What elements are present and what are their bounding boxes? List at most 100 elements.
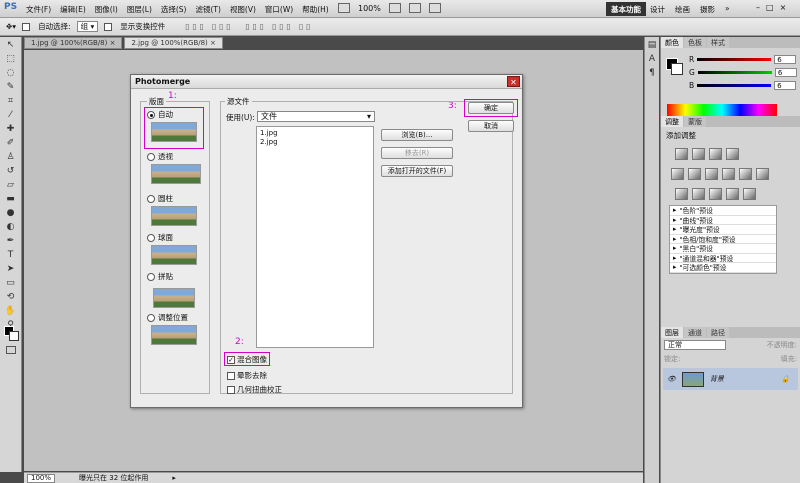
dialog-close-icon[interactable]: ✕ — [507, 76, 520, 87]
tab-paths[interactable]: 路径 — [707, 327, 729, 338]
maximize-icon[interactable]: □ — [766, 3, 774, 12]
g-value[interactable]: 6 — [774, 68, 797, 77]
layout-spherical-preview[interactable] — [151, 245, 197, 265]
layout-perspective-radio[interactable] — [147, 152, 155, 161]
doc-tab-2[interactable]: 2.jpg @ 100%(RGB/8) × — [124, 37, 223, 49]
use-dropdown[interactable]: 文件 ▾ — [257, 111, 375, 122]
list-item[interactable]: 2.jpg — [260, 138, 370, 147]
posterize-icon[interactable] — [692, 188, 705, 200]
menu-select[interactable]: 选择(S) — [161, 4, 187, 15]
layout-collage-preview[interactable] — [153, 288, 195, 308]
dodge-icon[interactable]: ◐ — [4, 221, 18, 233]
3d-rotate-icon[interactable]: ⟲ — [4, 291, 18, 303]
browse-button[interactable]: 浏览(B)... — [381, 129, 453, 141]
paragraph-panel-icon[interactable]: ¶ — [645, 67, 659, 79]
layout-collage-option[interactable]: 拼贴 — [147, 271, 173, 282]
tab-layers[interactable]: 图层 — [661, 327, 683, 338]
workspace-photography[interactable]: 摄影 — [700, 4, 715, 15]
workspace-essentials[interactable]: 基本功能 — [606, 2, 646, 16]
layer-row[interactable]: 👁 背景 🔒 — [663, 368, 798, 390]
show-transform-checkbox[interactable] — [104, 22, 113, 31]
pen-icon[interactable]: ✒ — [4, 235, 18, 247]
workspace-painting[interactable]: 绘画 — [675, 4, 690, 15]
clone-stamp-icon[interactable]: ♙ — [4, 151, 18, 163]
vibrance-icon[interactable] — [671, 168, 684, 180]
workspace-more[interactable]: » — [725, 4, 730, 15]
invert-icon[interactable] — [675, 188, 688, 200]
zoom-level[interactable]: 100% — [358, 4, 381, 13]
history-brush-icon[interactable]: ↺ — [4, 165, 18, 177]
crop-icon[interactable]: ⌗ — [4, 95, 18, 107]
remove-button[interactable]: 移去(R) — [381, 147, 453, 159]
character-panel-icon[interactable]: A — [645, 53, 659, 65]
move-tool-icon[interactable]: ✥▾ — [6, 22, 16, 31]
hand-icon[interactable]: ✋ — [4, 305, 18, 317]
vignette-removal-option[interactable]: 晕影去除 — [227, 370, 267, 381]
selective-color-icon[interactable] — [743, 188, 756, 200]
shape-icon[interactable]: ▭ — [4, 277, 18, 289]
photo-filter-icon[interactable] — [739, 168, 752, 180]
layout-reposition-radio[interactable] — [147, 313, 155, 322]
tab-adjustments[interactable]: 调整 — [661, 116, 683, 127]
r-value[interactable]: 6 — [774, 55, 797, 64]
layout-perspective-option[interactable]: 透视 — [147, 151, 173, 162]
r-slider[interactable] — [697, 58, 772, 61]
minimize-icon[interactable]: – — [756, 3, 760, 12]
b-slider[interactable] — [697, 84, 772, 87]
b-value[interactable]: 6 — [774, 81, 797, 90]
menu-view[interactable]: 视图(V) — [230, 4, 256, 15]
path-select-icon[interactable]: ➤ — [4, 263, 18, 275]
quick-select-icon[interactable]: ✎ — [4, 81, 18, 93]
tab-swatches[interactable]: 色板 — [684, 37, 706, 48]
layout-cylindrical-preview[interactable] — [151, 206, 197, 226]
hue-saturation-icon[interactable] — [688, 168, 701, 180]
layout-perspective-preview[interactable] — [151, 164, 201, 184]
add-open-files-button[interactable]: 添加打开的文件(F) — [381, 165, 453, 177]
auto-select-checkbox[interactable] — [22, 22, 31, 31]
layout-cylindrical-radio[interactable] — [147, 194, 155, 203]
gradient-icon[interactable]: ▬ — [4, 193, 18, 205]
healing-brush-icon[interactable]: ✚ — [4, 123, 18, 135]
blend-images-option[interactable]: ✓ 混合图像 — [227, 354, 267, 365]
move-icon[interactable]: ↖ — [4, 39, 18, 51]
geometric-distortion-checkbox[interactable] — [227, 385, 235, 394]
distribute-icons[interactable]: ▯▯▯ ▯▯▯ ▯▯ — [245, 22, 313, 31]
screen-mode-icon[interactable] — [428, 3, 441, 13]
status-arrow-icon[interactable]: ▸ — [172, 474, 176, 482]
list-item[interactable]: 1.jpg — [260, 129, 370, 138]
align-icons[interactable]: ▯▯▯ ▯▯▯ — [185, 22, 233, 31]
doc-tab-2-close-icon[interactable]: × — [210, 39, 216, 47]
gradient-map-icon[interactable] — [726, 188, 739, 200]
blend-images-checkbox[interactable]: ✓ — [227, 355, 235, 364]
view-extras-icon[interactable] — [338, 3, 350, 13]
eyedropper-icon[interactable]: ⁄ — [4, 109, 18, 121]
menu-image[interactable]: 图像(I) — [95, 4, 118, 15]
ok-button[interactable]: 确定 — [468, 102, 514, 114]
tab-channels[interactable]: 通道 — [684, 327, 706, 338]
type-icon[interactable]: T — [4, 249, 18, 261]
doc-tab-1-close-icon[interactable]: × — [110, 39, 116, 47]
background-color-swatch[interactable] — [9, 331, 19, 341]
cancel-button[interactable]: 取消 — [468, 120, 514, 132]
eye-icon[interactable]: 👁 — [667, 375, 676, 383]
arrange-documents-icon[interactable] — [408, 3, 421, 13]
lasso-icon[interactable]: ◌ — [4, 67, 18, 79]
color-spectrum[interactable] — [667, 104, 777, 116]
menu-help[interactable]: 帮助(H) — [302, 4, 329, 15]
layout-reposition-option[interactable]: 调整位置 — [147, 312, 188, 323]
brush-icon[interactable]: ✐ — [4, 137, 18, 149]
threshold-icon[interactable] — [709, 188, 722, 200]
menu-filter[interactable]: 滤镜(T) — [196, 4, 221, 15]
layout-reposition-preview[interactable] — [151, 325, 197, 345]
menu-layer[interactable]: 图层(L) — [127, 4, 152, 15]
vignette-removal-checkbox[interactable] — [227, 371, 235, 380]
geometric-distortion-option[interactable]: 几何扭曲校正 — [227, 384, 282, 395]
black-white-icon[interactable] — [722, 168, 735, 180]
layout-collage-radio[interactable] — [147, 272, 155, 281]
layout-auto-preview[interactable] — [151, 122, 197, 142]
exposure-icon[interactable] — [726, 148, 739, 160]
quick-mask-icon[interactable] — [6, 346, 16, 354]
tab-styles[interactable]: 样式 — [707, 37, 729, 48]
tab-color[interactable]: 颜色 — [661, 37, 683, 48]
channel-mixer-icon[interactable] — [756, 168, 769, 180]
